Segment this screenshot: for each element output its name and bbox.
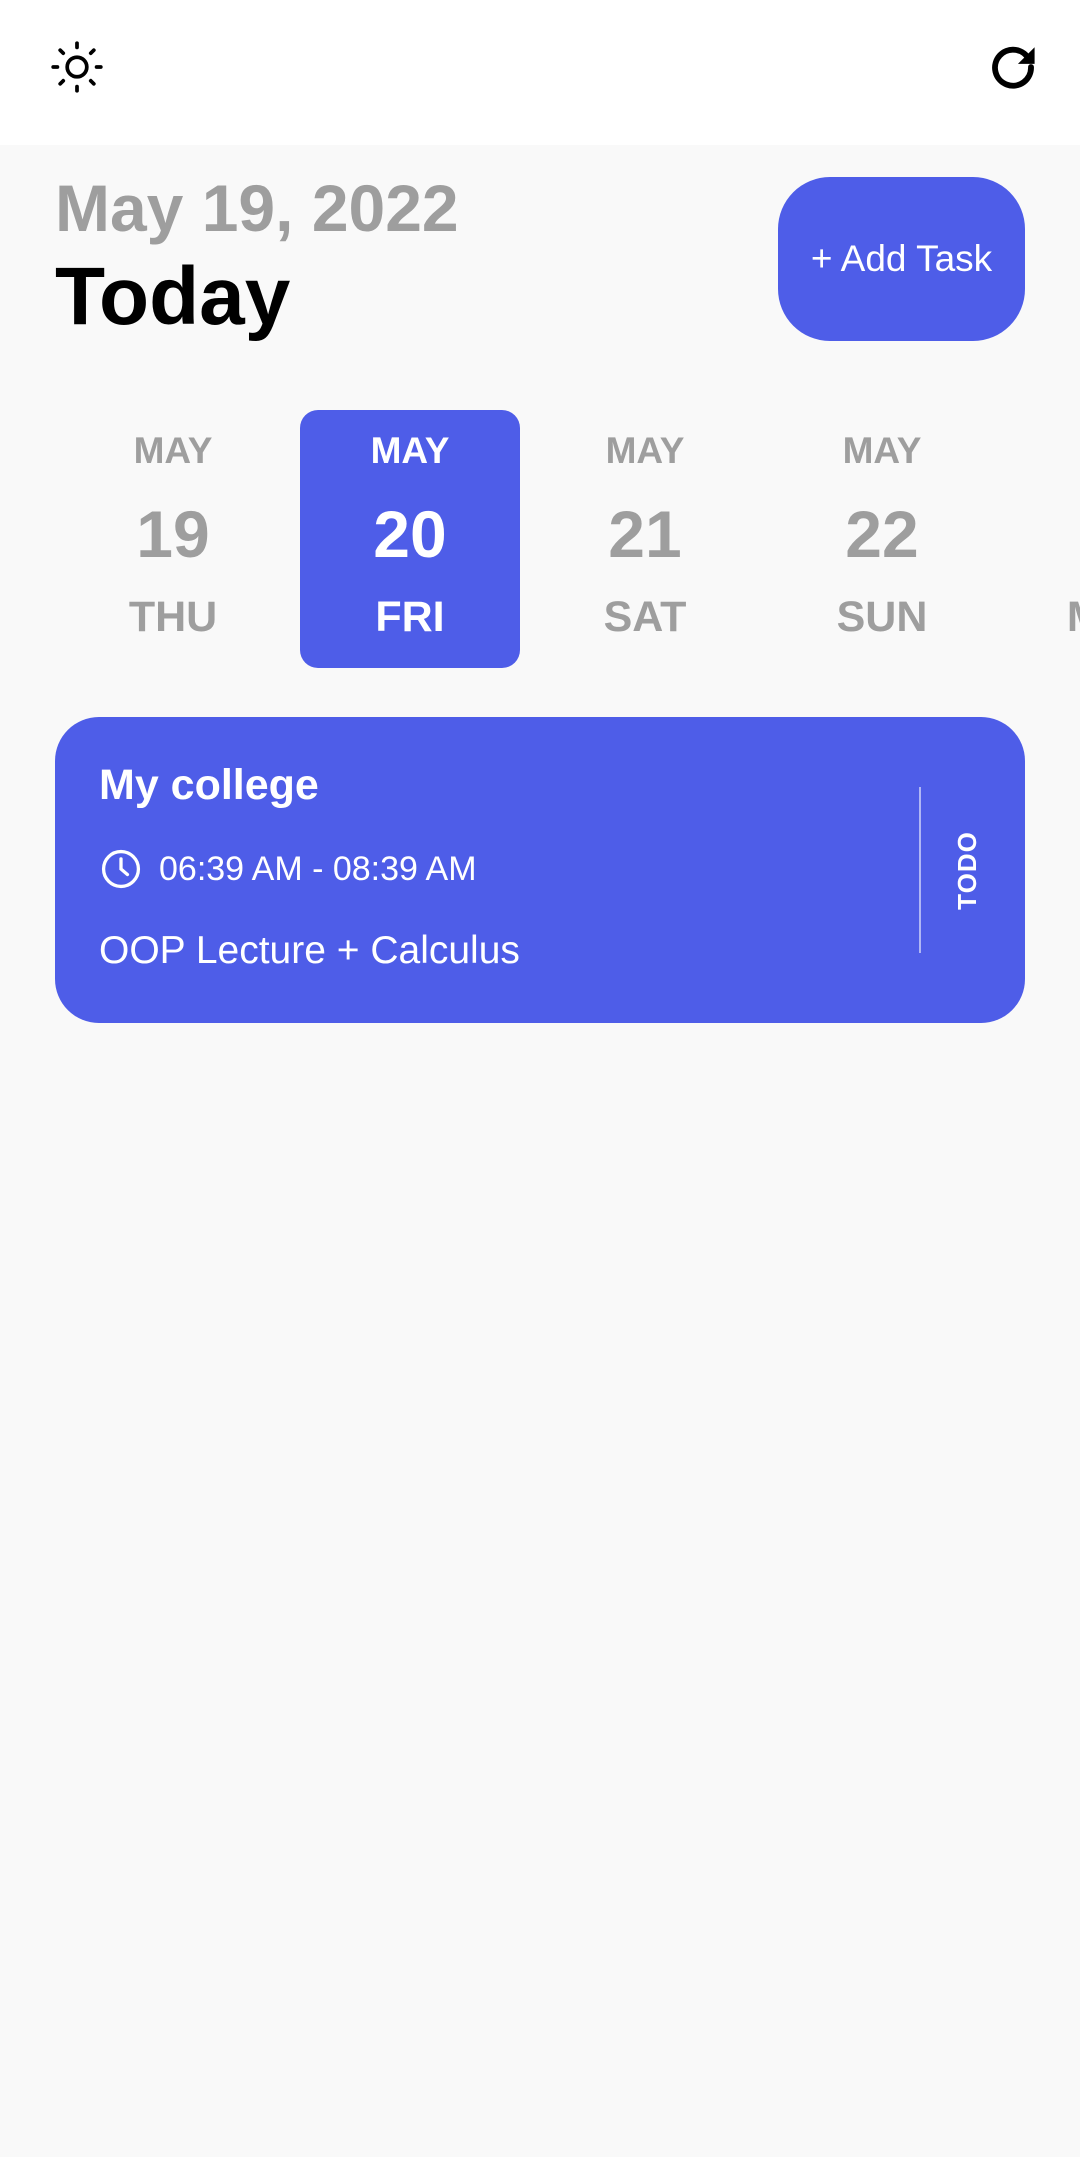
page-title: Today <box>55 251 291 342</box>
sun-icon <box>51 41 103 93</box>
date-month: MAY <box>133 430 213 471</box>
date-picker: MAY 19 THU MAY 20 FRI MAY 21 SAT MAY 22 … <box>0 410 1080 668</box>
refresh-icon <box>992 46 1035 89</box>
theme-toggle-button[interactable] <box>37 27 117 107</box>
current-date: May 19, 2022 <box>55 171 459 245</box>
task-time: 06:39 AM - 08:39 AM <box>159 849 477 888</box>
task-time-row: 06:39 AM - 08:39 AM <box>99 847 477 891</box>
add-task-button[interactable]: + Add Task <box>778 177 1025 341</box>
date-day: 19 <box>136 497 210 571</box>
date-weekday: SUN <box>836 593 928 641</box>
date-item[interactable]: MAY 21 SAT <box>535 410 755 668</box>
date-weekday: SAT <box>603 593 687 641</box>
date-item[interactable]: MAY 23 MON <box>1007 410 1080 668</box>
task-title: My college <box>99 761 319 809</box>
date-month: MAY <box>1007 430 1080 472</box>
date-item[interactable]: MAY 22 SUN <box>772 410 992 668</box>
date-day: 23 <box>1007 496 1080 572</box>
refresh-button[interactable] <box>973 27 1053 107</box>
task-divider <box>919 787 921 953</box>
clock-icon <box>101 849 141 889</box>
date-day: 20 <box>373 497 447 571</box>
date-month: MAY <box>842 430 922 471</box>
top-app-bar <box>0 0 1080 145</box>
task-note: OOP Lecture + Calculus <box>99 929 520 972</box>
date-weekday: FRI <box>375 593 445 641</box>
date-month: MAY <box>605 430 685 471</box>
date-day: 22 <box>845 497 919 571</box>
task-card[interactable]: My college 06:39 AM - 08:39 AM OOP Lectu… <box>55 717 1025 1023</box>
date-weekday: MON <box>1007 593 1080 642</box>
task-status-label: TODO <box>951 830 982 910</box>
date-day: 21 <box>608 497 682 571</box>
date-weekday: THU <box>128 593 218 641</box>
date-item[interactable]: MAY 19 THU <box>63 410 283 668</box>
date-item-selected[interactable]: MAY 20 FRI <box>300 410 520 668</box>
task-status-badge: TODO <box>932 831 1002 910</box>
date-month: MAY <box>370 430 450 471</box>
